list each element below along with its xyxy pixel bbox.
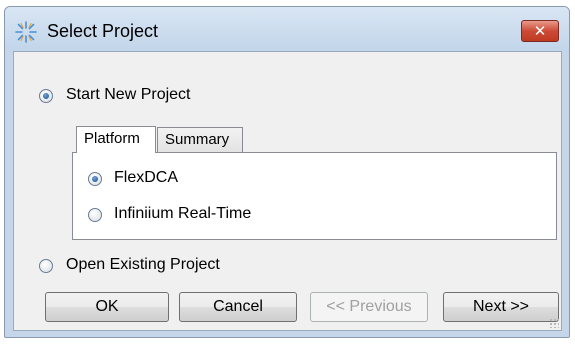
ok-button[interactable]: OK: [45, 292, 169, 322]
next-button[interactable]: Next >>: [443, 292, 559, 322]
previous-button[interactable]: << Previous: [310, 292, 428, 322]
open-existing-project-radio[interactable]: [39, 259, 53, 273]
flexdca-label[interactable]: FlexDCA: [114, 169, 178, 187]
open-existing-project-label[interactable]: Open Existing Project: [66, 256, 220, 274]
close-icon: ✕: [533, 22, 547, 40]
keysight-starburst-icon: [15, 21, 37, 43]
dialog-body: Start New Project Platform Summary FlexD…: [13, 51, 562, 331]
window-title: Select Project: [47, 21, 159, 41]
select-project-dialog: Select Project ✕ Start New Project Platf…: [4, 6, 570, 338]
title-bar[interactable]: Select Project ✕: [5, 7, 569, 51]
cancel-button[interactable]: Cancel: [179, 292, 297, 322]
close-button[interactable]: ✕: [521, 20, 559, 42]
flexdca-radio[interactable]: [88, 172, 102, 186]
tab-platform[interactable]: Platform: [76, 126, 156, 153]
infiniium-real-time-label[interactable]: Infiniium Real-Time: [114, 205, 251, 223]
infiniium-real-time-radio[interactable]: [88, 208, 102, 222]
platform-tab-panel: [72, 152, 557, 240]
resize-grip[interactable]: [549, 318, 559, 328]
tab-summary[interactable]: Summary: [157, 127, 243, 152]
start-new-project-label[interactable]: Start New Project: [66, 86, 190, 104]
start-new-project-radio[interactable]: [39, 89, 53, 103]
